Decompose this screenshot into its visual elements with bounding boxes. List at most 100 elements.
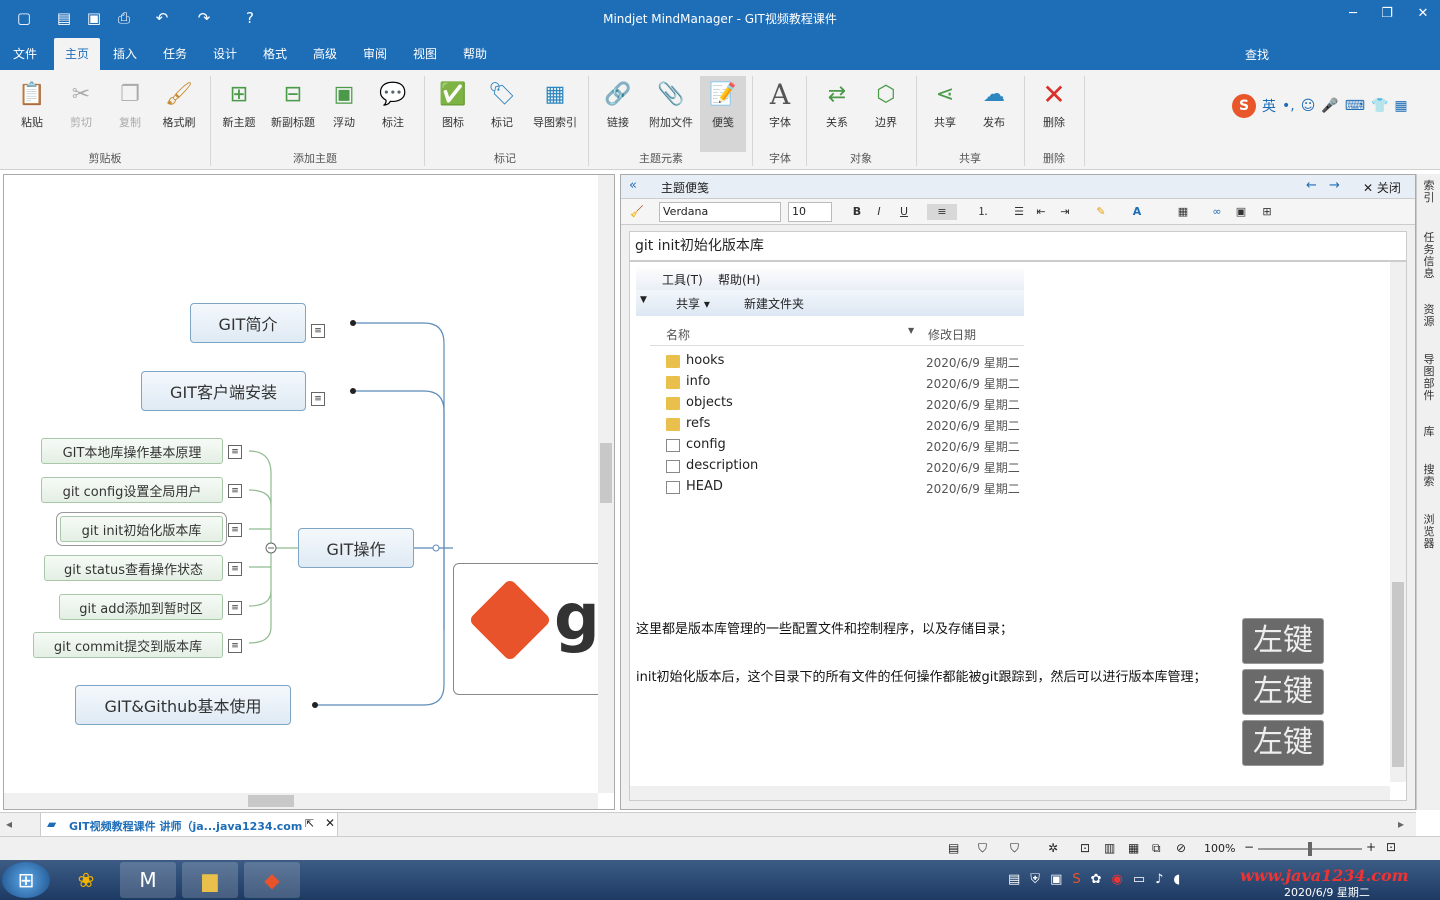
clear-format-icon[interactable]: 🧹 (629, 204, 645, 220)
image-icon[interactable]: ▣ (1233, 204, 1249, 220)
note-icon[interactable]: ≡ (228, 639, 242, 653)
share-button[interactable]: ⋖ 共享 (922, 76, 968, 146)
outdent-icon[interactable]: ⇤ (1033, 204, 1049, 220)
previous-note-icon[interactable]: ← (1306, 178, 1317, 193)
scroll-thumb[interactable] (248, 795, 294, 807)
close-notes-button[interactable]: ✕ 关闭 (1363, 179, 1401, 196)
gantt-view-icon[interactable]: ▦ (1128, 841, 1139, 855)
indent-icon[interactable]: ⇥ (1057, 204, 1073, 220)
map-index-button[interactable]: ▦ 导图索引 (528, 76, 582, 146)
font-size-select[interactable]: 10 (788, 202, 832, 222)
notes-button[interactable]: 📝 便笺 (700, 76, 746, 152)
fit-map-icon[interactable]: ⊡ (1080, 841, 1090, 855)
ime-language[interactable]: 英 (1262, 96, 1276, 116)
taskbar-app-butterfly[interactable]: ❀ (58, 862, 114, 898)
topic-git-github-basics[interactable]: GIT&Github基本使用 (75, 685, 291, 725)
tab-insert[interactable]: 插入 (104, 38, 146, 70)
tab-review[interactable]: 审阅 (354, 38, 396, 70)
canvas-horizontal-scrollbar[interactable] (4, 793, 598, 809)
tab-design[interactable]: 设计 (204, 38, 246, 70)
attach-file-button[interactable]: 📎 附加文件 (644, 76, 698, 146)
topic-git-intro[interactable]: GIT简介 (190, 303, 306, 343)
document-tab[interactable]: ▰ GIT视频教程课件 讲师（ja...java1234.com ⇱ ✕ (40, 813, 338, 837)
mindmap-canvas[interactable]: GIT简介 ≡ GIT客户端安装 ≡ GIT操作 GIT&Github基本使用 … (3, 174, 615, 810)
subtopic-git-commit[interactable]: git commit提交到版本库 (33, 632, 223, 658)
collapse-pane-icon[interactable]: « (629, 178, 637, 193)
restore-button[interactable]: ❐ (1370, 2, 1404, 24)
scroll-thumb[interactable] (600, 443, 612, 503)
insert-icon[interactable]: ⊞ (1259, 204, 1275, 220)
underline-icon[interactable]: U (896, 204, 912, 220)
tab-file[interactable]: 文件 (4, 38, 46, 70)
skin-icon[interactable]: 👕 (1371, 98, 1388, 114)
layout-icon[interactable]: ▤ (948, 841, 959, 855)
filter-advanced-icon[interactable]: ⛉ (1010, 841, 1019, 856)
tab-close-icon[interactable]: ✕ (325, 816, 335, 830)
publish-button[interactable]: ☁ 发布 (971, 76, 1017, 146)
tray-nvidia-icon[interactable]: ▣ (1050, 872, 1062, 887)
canvas-vertical-scrollbar[interactable] (598, 175, 614, 793)
start-button[interactable]: ⊞ (2, 862, 50, 898)
tab-task[interactable]: 任务 (154, 38, 196, 70)
bold-icon[interactable]: B (849, 204, 865, 220)
close-button[interactable]: ✕ (1406, 2, 1440, 24)
emoji-icon[interactable]: ☺ (1301, 98, 1316, 114)
balance-map-icon[interactable]: ✲ (1048, 841, 1058, 855)
tag-button[interactable]: 🏷 标记 (479, 76, 525, 146)
note-vertical-scrollbar[interactable] (1390, 262, 1406, 782)
note-horizontal-scrollbar[interactable] (630, 786, 1390, 800)
tab-help[interactable]: 帮助 (454, 38, 496, 70)
next-note-icon[interactable]: → (1329, 178, 1340, 193)
tab-scroll-right-icon[interactable]: ▸ (1398, 817, 1404, 831)
zoom-slider[interactable] (1258, 842, 1362, 856)
numbered-list-icon[interactable]: ⒈ (975, 204, 991, 220)
sidebar-item-search[interactable]: 搜索 (1419, 464, 1439, 508)
linked-view-icon[interactable]: ⧉ (1152, 841, 1161, 856)
sidebar-item-task-info[interactable]: 任务信息 (1419, 232, 1439, 296)
punctuation-icon[interactable]: •, (1282, 98, 1295, 114)
toolbox-icon[interactable]: ▦ (1394, 98, 1407, 114)
subtopic-git-config[interactable]: git config设置全局用户 (41, 477, 223, 503)
microphone-icon[interactable]: 🎤 (1321, 98, 1338, 114)
taskbar-app-mindmanager[interactable]: M (120, 862, 176, 898)
new-subtopic-button[interactable]: ⊟ 新副标题 (266, 76, 320, 146)
font-color-icon[interactable]: A (1129, 204, 1145, 220)
find-button[interactable]: 查找 (1245, 46, 1269, 63)
note-icon[interactable]: ≡ (228, 601, 242, 615)
tab-scroll-left-icon[interactable]: ◂ (6, 817, 12, 831)
tray-network-icon[interactable]: ▤ (1008, 872, 1020, 887)
note-icon[interactable]: ≡ (228, 523, 242, 537)
note-icon[interactable]: ≡ (311, 324, 325, 338)
tab-view[interactable]: 视图 (404, 38, 446, 70)
relationship-button[interactable]: ⇄ 关系 (814, 76, 860, 146)
sidebar-item-browser[interactable]: 浏览器 (1419, 514, 1439, 570)
clock-date[interactable]: 2020/6/9 星期二 (1284, 884, 1370, 900)
zoom-out-icon[interactable]: − (1244, 840, 1254, 854)
fit-window-icon[interactable]: ⊡ (1386, 840, 1396, 854)
copy-button[interactable]: ❐ 复制 (107, 76, 153, 146)
scroll-thumb[interactable] (1392, 582, 1404, 767)
keyboard-icon[interactable]: ⌨ (1345, 98, 1365, 114)
floating-topic-button[interactable]: ▣ 浮动 (321, 76, 367, 146)
taskbar-app-git[interactable]: ◆ (244, 862, 300, 898)
font-family-select[interactable]: Verdana (659, 202, 781, 222)
subtopic-git-add[interactable]: git add添加到暂时区 (59, 594, 223, 620)
filter-icon[interactable]: ⛉ (978, 841, 987, 856)
attach-view-icon[interactable]: ⊘ (1176, 841, 1186, 855)
subtopic-git-init-selected[interactable]: git init初始化版本库 (60, 516, 223, 542)
tray-record-icon[interactable]: ◉ (1112, 872, 1123, 887)
tray-display-icon[interactable]: ▭ (1133, 872, 1145, 887)
note-editor[interactable]: 工具(T) 帮助(H) ▼ 共享 ▾ 新建文件夹 名称 ▼ 修改日期 hooks… (629, 261, 1407, 801)
table-icon[interactable]: ▦ (1175, 204, 1191, 220)
highlight-icon[interactable]: ✎ (1093, 204, 1109, 220)
sidebar-item-resources[interactable]: 资源 (1419, 304, 1439, 348)
note-icon[interactable]: ≡ (228, 562, 242, 576)
align-icon[interactable]: ≡ (927, 204, 957, 220)
central-topic[interactable]: g (453, 563, 603, 695)
note-icon[interactable]: ≡ (228, 445, 242, 459)
tray-sogou-icon[interactable]: S (1072, 872, 1080, 887)
cut-button[interactable]: ✂ 剪切 (58, 76, 104, 146)
tab-advanced[interactable]: 高级 (304, 38, 346, 70)
note-icon[interactable]: ≡ (228, 484, 242, 498)
font-button[interactable]: A 字体 (757, 76, 803, 146)
